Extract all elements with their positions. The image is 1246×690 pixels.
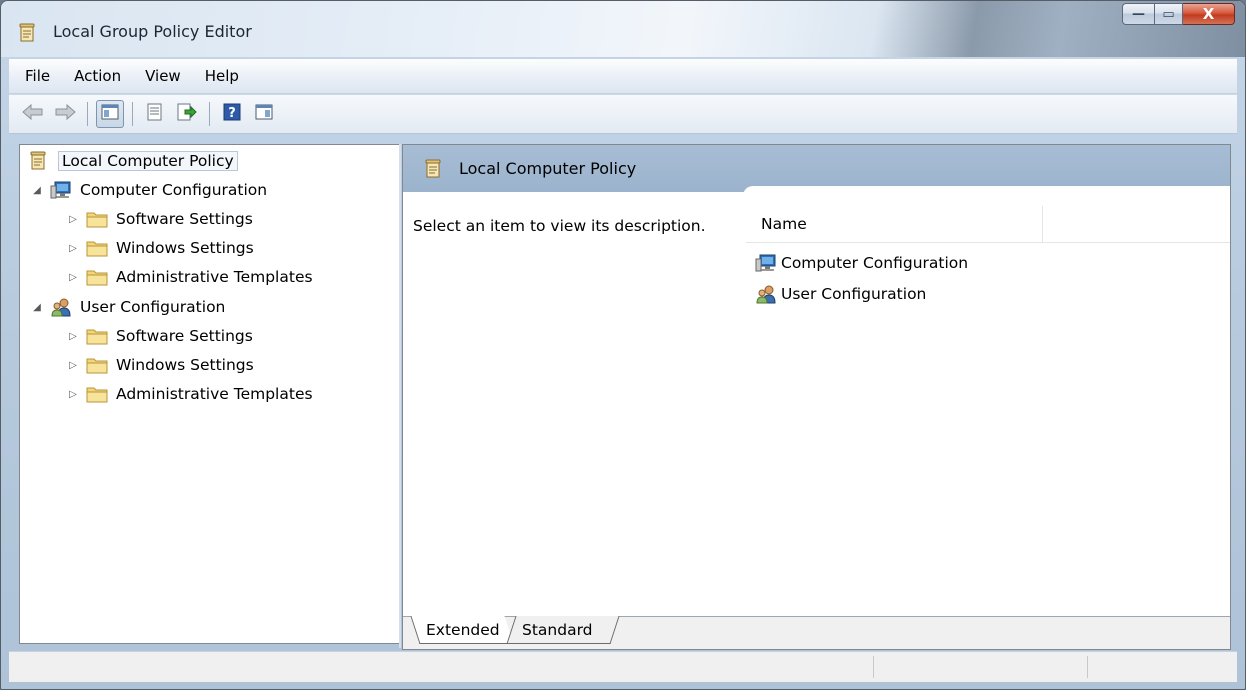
- menu-help[interactable]: Help: [193, 67, 251, 85]
- collapsed-arrow-icon[interactable]: ▷: [66, 387, 80, 401]
- status-bar: [9, 651, 1237, 682]
- back-button[interactable]: [19, 100, 47, 128]
- tab-label: Standard: [522, 621, 593, 639]
- computer-icon: [50, 180, 72, 200]
- tree-item-computer-administrative-templates[interactable]: ▷ Administrative Templates: [66, 264, 313, 290]
- tree-item-computer-windows-settings[interactable]: ▷ Windows Settings: [66, 235, 254, 261]
- column-header-name[interactable]: Name: [746, 206, 1043, 242]
- help-icon: ?: [223, 103, 241, 125]
- collapsed-arrow-icon[interactable]: ▷: [66, 212, 80, 226]
- back-icon: [22, 103, 44, 124]
- policy-scroll-icon: [425, 159, 443, 183]
- minimize-icon: —: [1132, 6, 1145, 22]
- tree-item-label: Software Settings: [116, 210, 253, 228]
- title-bar[interactable]: Local Group Policy Editor — ▭ X: [1, 1, 1245, 57]
- list-item-label: Computer Configuration: [781, 254, 969, 272]
- properties-icon: [146, 103, 164, 125]
- expanded-arrow-icon[interactable]: ◢: [30, 300, 44, 314]
- tree-item-label: Local Computer Policy: [58, 151, 238, 171]
- close-button[interactable]: X: [1183, 3, 1235, 25]
- menu-bar: File Action View Help: [9, 59, 1237, 93]
- computer-icon: [755, 253, 777, 273]
- list-item-computer-configuration[interactable]: Computer Configuration: [755, 250, 968, 276]
- tree-item-label: Windows Settings: [116, 239, 254, 257]
- show-hide-action-pane-button[interactable]: [250, 100, 278, 128]
- show-hide-console-tree-button[interactable]: [96, 100, 124, 128]
- toolbar-separator: [87, 102, 88, 126]
- tree-item-label: Software Settings: [116, 327, 253, 345]
- status-divider: [873, 656, 874, 678]
- tab-extended[interactable]: Extended: [410, 616, 514, 644]
- app-window: Local Group Policy Editor — ▭ X File Act…: [0, 0, 1246, 690]
- window-title: Local Group Policy Editor: [53, 22, 252, 41]
- details-header: Local Computer Policy: [403, 145, 1230, 192]
- tree-item-label: Administrative Templates: [116, 268, 313, 286]
- pane-splitter[interactable]: [399, 144, 401, 648]
- list-item-label: User Configuration: [781, 285, 927, 303]
- collapsed-arrow-icon[interactable]: ▷: [66, 241, 80, 255]
- help-button[interactable]: ?: [218, 100, 246, 128]
- svg-text:?: ?: [228, 106, 236, 121]
- tree-item-user-administrative-templates[interactable]: ▷ Administrative Templates: [66, 381, 313, 407]
- show-hide-action-pane-icon: [255, 104, 273, 124]
- export-list-icon: [177, 103, 197, 125]
- maximize-button[interactable]: ▭: [1155, 3, 1183, 25]
- tree-item-label: Administrative Templates: [116, 385, 313, 403]
- tree-item-user-software-settings[interactable]: ▷ Software Settings: [66, 323, 253, 349]
- toolbar-separator: [132, 102, 133, 126]
- tree-item-local-computer-policy[interactable]: Local Computer Policy: [28, 148, 238, 174]
- menu-action[interactable]: Action: [62, 67, 133, 85]
- maximize-icon: ▭: [1162, 6, 1175, 22]
- collapsed-arrow-icon[interactable]: ▷: [66, 358, 80, 372]
- view-tabs: Extended Standard: [403, 616, 1230, 649]
- tab-label: Extended: [426, 621, 500, 639]
- folder-icon: [86, 267, 108, 287]
- show-hide-console-tree-icon: [101, 104, 119, 124]
- folder-icon: [86, 355, 108, 375]
- forward-icon: [54, 103, 76, 124]
- close-icon: X: [1202, 5, 1215, 23]
- tree-item-label: User Configuration: [80, 298, 226, 316]
- policy-scroll-icon: [19, 23, 37, 43]
- tree-item-computer-configuration[interactable]: ◢ Computer Configuration: [30, 177, 267, 203]
- tab-standard[interactable]: Standard: [506, 616, 620, 644]
- expanded-arrow-icon[interactable]: ◢: [30, 183, 44, 197]
- console-tree[interactable]: Local Computer Policy ◢ Computer Configu…: [19, 144, 400, 644]
- collapsed-arrow-icon[interactable]: ▷: [66, 329, 80, 343]
- users-icon: [755, 284, 777, 304]
- menu-file[interactable]: File: [13, 67, 62, 85]
- forward-button[interactable]: [51, 100, 79, 128]
- tree-item-user-configuration[interactable]: ◢ User Configuration: [30, 294, 225, 320]
- folder-icon: [86, 384, 108, 404]
- folder-icon: [86, 209, 108, 229]
- minimize-button[interactable]: —: [1122, 3, 1155, 25]
- list-column-header: Name: [746, 206, 1230, 243]
- export-list-button[interactable]: [173, 100, 201, 128]
- menu-view[interactable]: View: [133, 67, 193, 85]
- toolbar: ?: [9, 94, 1237, 134]
- policy-scroll-icon: [28, 151, 50, 171]
- list-item-user-configuration[interactable]: User Configuration: [755, 281, 926, 307]
- details-pane: Local Computer Policy Select an item to …: [402, 144, 1231, 650]
- collapsed-arrow-icon[interactable]: ▷: [66, 270, 80, 284]
- status-divider: [1087, 656, 1088, 678]
- item-description: Select an item to view its description.: [413, 217, 706, 235]
- folder-icon: [86, 238, 108, 258]
- tree-item-label: Windows Settings: [116, 356, 254, 374]
- tree-item-computer-software-settings[interactable]: ▷ Software Settings: [66, 206, 253, 232]
- folder-icon: [86, 326, 108, 346]
- properties-button[interactable]: [141, 100, 169, 128]
- header-notch: [743, 186, 1230, 200]
- tree-item-label: Computer Configuration: [80, 181, 268, 199]
- caption-buttons: — ▭ X: [1122, 3, 1235, 25]
- users-icon: [50, 297, 72, 317]
- toolbar-separator: [209, 102, 210, 126]
- details-header-title: Local Computer Policy: [459, 159, 637, 178]
- tree-item-user-windows-settings[interactable]: ▷ Windows Settings: [66, 352, 254, 378]
